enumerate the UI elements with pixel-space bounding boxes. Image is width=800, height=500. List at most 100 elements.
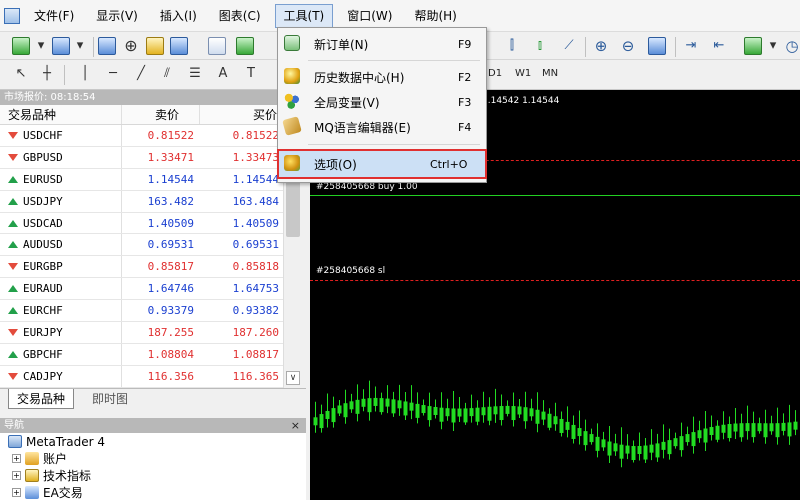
indicators-dropdown-icon[interactable]: ▾ — [764, 37, 782, 55]
ask-price: 1.14544 — [232, 172, 279, 186]
menu-help[interactable]: 帮助(H) — [406, 4, 464, 28]
market-watch-row[interactable]: AUDUSD 0.69531 0.69531 — [0, 234, 283, 257]
arrow-up-icon — [8, 350, 18, 358]
zoom-in-icon[interactable]: ⊕ — [592, 37, 610, 55]
menu-view[interactable]: 显示(V) — [88, 4, 146, 28]
horizontal-line-icon[interactable]: ─ — [104, 65, 122, 83]
timeframe-w1[interactable]: W1 — [515, 68, 531, 79]
market-watch-row[interactable]: CADJPY 116.356 116.365 — [0, 365, 283, 388]
navigator-icon[interactable] — [146, 37, 164, 55]
market-watch-row[interactable]: USDCHF 0.81522 0.81522 — [0, 125, 283, 147]
market-watch-row[interactable]: EURGBP 0.85817 0.85818 — [0, 256, 283, 279]
scroll-down-icon[interactable]: ∨ — [286, 371, 300, 385]
expand-icon[interactable]: + — [12, 488, 21, 497]
market-watch-row[interactable]: GBPUSD 1.33471 1.33473 — [0, 146, 283, 169]
candle-body — [733, 423, 738, 432]
crosshair-icon[interactable]: ┼ — [38, 65, 56, 83]
candle-body — [451, 408, 456, 423]
bid-price: 116.356 — [147, 369, 194, 383]
market-watch-icon[interactable] — [98, 37, 116, 55]
menu-item-new-order[interactable]: 新订单(N) F9 — [278, 32, 486, 56]
equidistant-channel-icon[interactable]: ⫽ — [158, 65, 176, 83]
candle-body — [517, 406, 522, 415]
expand-icon[interactable]: + — [12, 454, 21, 463]
arrow-up-icon — [8, 175, 18, 183]
menu-charts[interactable]: 图表(C) — [211, 4, 269, 28]
market-watch-row[interactable]: USDJPY 163.482 163.484 — [0, 190, 283, 213]
cursor-icon[interactable]: ↖ — [12, 65, 30, 83]
profiles-icon[interactable] — [52, 37, 70, 55]
nav-item-experts[interactable]: + EA交易 — [0, 484, 306, 500]
new-chart-dropdown-icon[interactable]: ▾ — [32, 37, 50, 55]
candle-body — [511, 406, 516, 421]
tile-windows-icon[interactable] — [648, 37, 666, 55]
menu-window[interactable]: 窗口(W) — [339, 4, 400, 28]
col-ask[interactable]: 买价 — [200, 105, 283, 124]
text-icon[interactable]: A — [214, 65, 232, 83]
zoom-out-icon[interactable]: ⊖ — [619, 37, 637, 55]
arrow-down-icon — [8, 372, 18, 380]
timeframe-d1[interactable]: D1 — [488, 68, 502, 79]
symbol-name: USDCHF — [23, 128, 63, 142]
profiles-dropdown-icon[interactable]: ▾ — [71, 37, 89, 55]
menu-file[interactable]: 文件(F) — [26, 4, 82, 28]
candle-body — [649, 444, 654, 453]
menu-item-label: MQ语言编辑器(E) — [314, 120, 411, 135]
close-icon[interactable]: × — [291, 418, 300, 433]
chart-shift-icon[interactable]: ⇥ — [682, 37, 700, 55]
fibonacci-icon[interactable]: ☰ — [186, 65, 204, 83]
candle-body — [631, 446, 636, 461]
nav-root[interactable]: MetaTrader 4 — [0, 433, 306, 450]
new-chart-icon[interactable] — [12, 37, 30, 55]
market-watch-row[interactable]: EURCHF 0.93379 0.93382 — [0, 300, 283, 323]
expand-icon[interactable]: + — [12, 471, 21, 480]
vertical-line-icon[interactable]: │ — [76, 65, 94, 83]
text-label-icon[interactable]: T — [242, 65, 260, 83]
candle-body — [679, 436, 684, 451]
bid-price: 1.14544 — [147, 172, 194, 186]
terminal-icon[interactable] — [170, 37, 188, 55]
candlestick-icon[interactable]: ⫾ — [531, 37, 549, 55]
menu-item-metaeditor[interactable]: MQ语言编辑器(E) F4 — [278, 115, 486, 139]
new-order-toolbar-icon[interactable] — [236, 37, 254, 55]
autoscroll-icon[interactable]: ⇤ — [710, 37, 728, 55]
candle-body — [559, 418, 564, 433]
bar-chart-icon[interactable]: ⫿ — [503, 37, 521, 55]
nav-item-indicators[interactable]: + 技术指标 — [0, 467, 306, 484]
symbol-cell: EURAUD — [0, 278, 122, 300]
trendline-icon[interactable]: ╱ — [132, 65, 150, 83]
strategy-tester-icon[interactable] — [208, 37, 226, 55]
line-chart-icon[interactable]: ⟋ — [560, 37, 578, 55]
menu-item-history-center[interactable]: 历史数据中心(H) F2 — [278, 65, 486, 89]
candle-body — [367, 398, 372, 413]
market-watch-row[interactable]: EURJPY 187.255 187.260 — [0, 322, 283, 344]
symbol-cell: USDCAD — [0, 212, 122, 234]
timeframe-mn[interactable]: MN — [542, 68, 558, 79]
candle-body — [685, 434, 690, 443]
menu-item-label: 新订单(N) — [314, 37, 369, 52]
bid-price: 0.85817 — [147, 260, 194, 274]
candle-body — [505, 405, 510, 414]
ask-price: 1.40509 — [232, 216, 279, 230]
col-symbol[interactable]: 交易品种 — [0, 105, 122, 124]
col-bid[interactable]: 卖价 — [122, 105, 200, 124]
menu-tools[interactable]: 工具(T) — [274, 3, 334, 28]
candle-body — [691, 432, 696, 447]
market-watch-row[interactable]: EURAUD 1.64746 1.64753 — [0, 278, 283, 301]
menu-item-global-variables[interactable]: 全局变量(V) F3 — [278, 90, 486, 114]
navigator-title-text: 导航 — [4, 420, 24, 431]
market-watch-row[interactable]: USDCAD 1.40509 1.40509 — [0, 212, 283, 235]
candle-body — [397, 400, 402, 409]
tab-symbols[interactable]: 交易品种 — [8, 389, 75, 409]
tab-tick-chart[interactable]: 即时图 — [84, 389, 136, 409]
nav-item-accounts[interactable]: + 账户 — [0, 450, 306, 467]
menu-item-options[interactable]: 选项(O) Ctrl+O — [277, 149, 487, 179]
indicators-icon[interactable] — [744, 37, 762, 55]
market-watch-row[interactable]: EURUSD 1.14544 1.14544 — [0, 168, 283, 191]
metaeditor-icon — [282, 116, 302, 136]
menu-insert[interactable]: 插入(I) — [152, 4, 205, 28]
market-watch-row[interactable]: GBPCHF 1.08804 1.08817 — [0, 343, 283, 366]
history-center-icon — [284, 68, 300, 84]
periods-icon[interactable]: ◷ — [783, 37, 800, 55]
data-window-icon[interactable]: ⊕ — [122, 37, 140, 55]
